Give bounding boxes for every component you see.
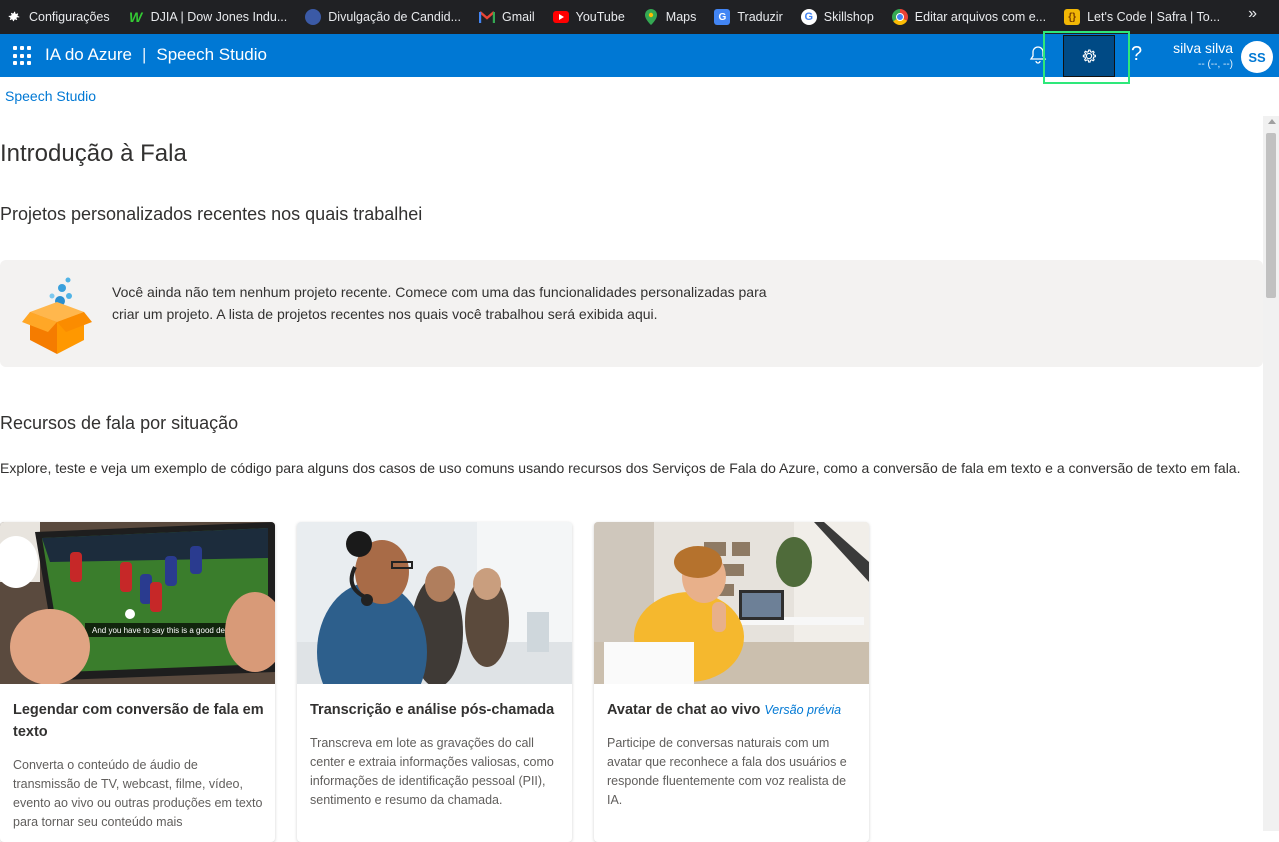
scroll-up-icon[interactable] bbox=[1268, 119, 1276, 124]
settings-button[interactable] bbox=[1063, 35, 1115, 77]
card-title: Transcrição e análise pós-chamada bbox=[310, 702, 555, 718]
bookmarks-bar: Configurações W DJIA | Dow Jones Indu...… bbox=[0, 0, 1279, 34]
bookmark-label: Divulgação de Candid... bbox=[328, 10, 461, 24]
resources-description: Explore, teste e veja um exemplo de códi… bbox=[0, 460, 1241, 476]
avatar[interactable]: SS bbox=[1241, 41, 1273, 73]
card-title: Legendar com conversão de fala em texto bbox=[13, 702, 264, 740]
bookmark-label: Editar arquivos com e... bbox=[914, 10, 1047, 24]
card-description: Converta o conteúdo de áudio de transmis… bbox=[13, 758, 263, 829]
subtitle-caption: And you have to say this is a good defen… bbox=[92, 626, 247, 635]
bookmark-editar[interactable]: Editar arquivos com e... bbox=[886, 4, 1052, 30]
help-icon[interactable]: ? bbox=[1131, 43, 1142, 66]
bookmark-label: YouTube bbox=[575, 10, 625, 24]
app-name[interactable]: Speech Studio bbox=[156, 45, 267, 65]
resources-heading: Recursos de fala por situação bbox=[0, 413, 239, 433]
bookmark-maps[interactable]: Maps bbox=[637, 4, 703, 30]
scrollbar-thumb[interactable] bbox=[1266, 133, 1276, 298]
captioning-image: And you have to say this is a good defen… bbox=[0, 522, 275, 684]
recent-projects-heading: Projetos personalizados recentes nos qua… bbox=[0, 204, 423, 224]
gmail-icon bbox=[479, 9, 495, 25]
bookmark-label: Traduzir bbox=[737, 10, 783, 24]
bookmark-configuracoes[interactable]: Configurações bbox=[0, 4, 116, 30]
app-launcher-icon[interactable] bbox=[13, 46, 33, 66]
letscode-icon: {} bbox=[1064, 9, 1081, 25]
brand: IA do Azure | Speech Studio bbox=[45, 45, 267, 65]
empty-state-message: Você ainda não tem nenhum projeto recent… bbox=[112, 284, 767, 322]
bookmark-label: Maps bbox=[665, 10, 697, 24]
user-directory: -- (--, --) bbox=[1198, 59, 1233, 70]
bookmark-label: Let's Code | Safra | To... bbox=[1087, 10, 1221, 24]
bookmark-traduzir[interactable]: G Traduzir bbox=[708, 4, 788, 30]
bookmark-label: Configurações bbox=[29, 10, 110, 24]
user-name[interactable]: silva silva bbox=[1173, 40, 1233, 56]
bookmark-djia[interactable]: W DJIA | Dow Jones Indu... bbox=[122, 4, 294, 30]
more-bookmarks-icon[interactable]: » bbox=[1248, 5, 1257, 23]
card-captioning[interactable]: And you have to say this is a good defen… bbox=[0, 522, 275, 842]
card-description: Transcreva em lote as gravações do call … bbox=[310, 736, 554, 807]
call-center-image bbox=[297, 522, 572, 684]
google-icon: G bbox=[800, 9, 817, 25]
wsj-icon: W bbox=[129, 9, 143, 25]
preview-badge: Versão prévia bbox=[764, 703, 842, 717]
card-title: Avatar de chat ao vivo Versão prévia bbox=[607, 699, 859, 721]
breadcrumb[interactable]: Speech Studio bbox=[5, 88, 96, 104]
open-box-icon bbox=[22, 274, 92, 354]
bookmark-letscode[interactable]: {} Let's Code | Safra | To... bbox=[1058, 4, 1226, 30]
bookmark-label: DJIA | Dow Jones Indu... bbox=[150, 10, 288, 24]
bookmark-label: Skillshop bbox=[823, 10, 874, 24]
product-name[interactable]: IA do Azure bbox=[45, 45, 132, 65]
bookmark-label: Gmail bbox=[502, 10, 535, 24]
translate-icon: G bbox=[714, 9, 731, 25]
notifications-bell-icon[interactable] bbox=[1028, 45, 1048, 65]
gear-icon bbox=[6, 9, 22, 25]
maps-icon bbox=[643, 9, 659, 25]
page-title: Introdução à Fala bbox=[0, 140, 187, 167]
bookmark-youtube[interactable]: YouTube bbox=[547, 4, 631, 30]
bookmark-divulgacao[interactable]: Divulgação de Candid... bbox=[299, 4, 467, 30]
gear-icon bbox=[1082, 49, 1096, 63]
card-post-call[interactable]: Transcrição e análise pós-chamada Transc… bbox=[297, 522, 572, 842]
card-title-text: Avatar de chat ao vivo bbox=[607, 702, 761, 718]
brand-separator: | bbox=[141, 45, 147, 64]
bookmark-skillshop[interactable]: G Skillshop bbox=[795, 4, 880, 30]
card-live-avatar[interactable]: Avatar de chat ao vivo Versão prévia Part… bbox=[594, 522, 869, 842]
recent-projects-empty-state: Você ainda não tem nenhum projeto recent… bbox=[0, 260, 1263, 367]
avatar-chat-image bbox=[594, 522, 869, 684]
card-description: Participe de conversas naturais com um a… bbox=[607, 736, 847, 807]
youtube-icon bbox=[552, 11, 569, 23]
chrome-icon bbox=[891, 9, 908, 25]
globe-icon bbox=[305, 9, 322, 25]
bookmark-gmail[interactable]: Gmail bbox=[473, 4, 541, 30]
